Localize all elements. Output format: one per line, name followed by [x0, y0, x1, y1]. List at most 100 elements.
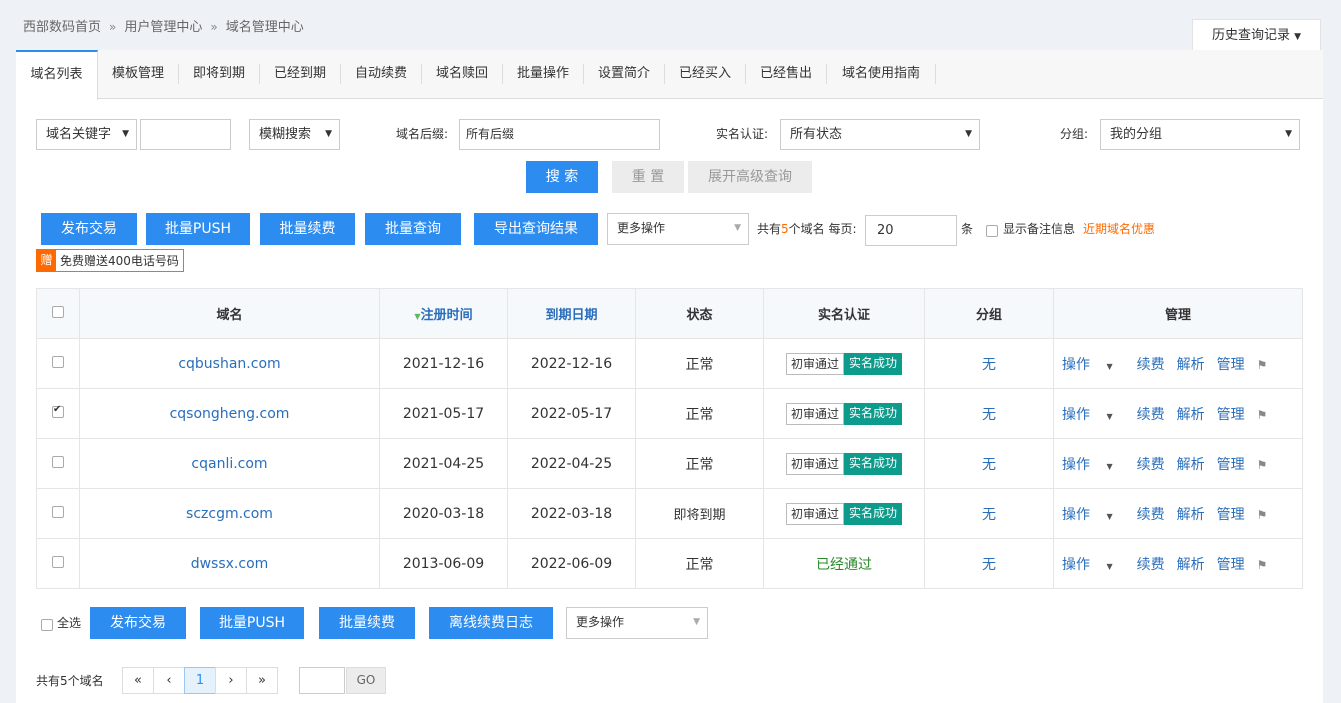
prev-page-button[interactable]: ‹ — [153, 667, 185, 694]
caret-down-icon: ▼ — [965, 129, 972, 139]
group-link[interactable]: 无 — [982, 357, 996, 373]
realname-select[interactable]: 所有状态 ▼ — [780, 119, 980, 150]
show-notes-checkbox[interactable] — [986, 225, 998, 237]
history-query-button[interactable]: 历史查询记录 ▼ — [1192, 19, 1321, 50]
group-link[interactable]: 无 — [982, 557, 996, 573]
dns-link[interactable]: 解析 — [1177, 557, 1205, 573]
keyword-input[interactable] — [140, 119, 231, 150]
per-page-input[interactable]: 20 — [865, 215, 957, 246]
row-checkbox[interactable] — [52, 505, 64, 518]
manage-link[interactable]: 管理 — [1217, 407, 1245, 423]
renew-link[interactable]: 续费 — [1137, 357, 1165, 373]
batch-push-button[interactable]: 批量PUSH — [146, 213, 250, 245]
flag-icon[interactable]: ⚑ — [1257, 408, 1268, 422]
group-select[interactable]: 我的分组 ▼ — [1100, 119, 1300, 150]
domain-link[interactable]: cqanli.com — [191, 456, 267, 472]
row-checkbox[interactable] — [52, 404, 64, 418]
flag-icon[interactable]: ⚑ — [1257, 458, 1268, 472]
flag-icon[interactable]: ⚑ — [1257, 508, 1268, 522]
next-page-button[interactable]: › — [215, 667, 247, 694]
tab-bought[interactable]: 已经买入 — [665, 50, 745, 98]
caret-down-icon: ▼ — [325, 129, 332, 139]
operate-dropdown[interactable]: 操作 ▼ — [1062, 357, 1125, 373]
operate-dropdown[interactable]: 操作 ▼ — [1062, 557, 1125, 573]
header-domain: 域名 — [79, 288, 380, 339]
bottom-select-all-checkbox[interactable] — [41, 619, 53, 631]
manage-link[interactable]: 管理 — [1217, 507, 1245, 523]
search-mode-select[interactable]: 模糊搜索 ▼ — [249, 119, 340, 150]
domain-link[interactable]: dwssx.com — [191, 556, 269, 572]
domain-link[interactable]: sczcgm.com — [186, 506, 273, 522]
dns-link[interactable]: 解析 — [1177, 407, 1205, 423]
initial-review-tag: 初审通过 — [785, 452, 844, 475]
page-1-button[interactable]: 1 — [184, 667, 216, 694]
offline-renew-log-button[interactable]: 离线续费日志 — [429, 607, 553, 639]
domain-link[interactable]: cqbushan.com — [178, 356, 280, 372]
reset-button[interactable]: 重 置 — [612, 161, 684, 193]
renew-link[interactable]: 续费 — [1137, 507, 1165, 523]
group-link[interactable]: 无 — [982, 407, 996, 423]
bottom-renew-button[interactable]: 批量续费 — [319, 607, 415, 639]
search-button[interactable]: 搜 索 — [526, 161, 598, 193]
top-bar: 西部数码首页 » 用户管理中心 » 域名管理中心 历史查询记录 ▼ — [0, 0, 1341, 50]
goto-page-input[interactable] — [299, 667, 345, 694]
bottom-publish-button[interactable]: 发布交易 — [90, 607, 186, 639]
tab-guide[interactable]: 域名使用指南 — [827, 50, 935, 98]
row-checkbox[interactable] — [52, 555, 64, 568]
go-button[interactable]: GO — [346, 667, 386, 694]
renew-link[interactable]: 续费 — [1137, 457, 1165, 473]
select-all-checkbox[interactable] — [52, 305, 64, 318]
last-page-button[interactable]: » — [246, 667, 278, 694]
renew-link[interactable]: 续费 — [1137, 557, 1165, 573]
renew-link[interactable]: 续费 — [1137, 407, 1165, 423]
suffix-input[interactable]: 所有后缀 — [459, 119, 660, 150]
dns-link[interactable]: 解析 — [1177, 357, 1205, 373]
tab-batch[interactable]: 批量操作 — [503, 50, 583, 98]
operate-dropdown[interactable]: 操作 ▼ — [1062, 507, 1125, 523]
operate-dropdown[interactable]: 操作 ▼ — [1062, 407, 1125, 423]
manage-link[interactable]: 管理 — [1217, 557, 1245, 573]
caret-down-icon: ▼ — [1285, 129, 1292, 139]
caret-down-icon: ▼ — [734, 223, 741, 233]
flag-icon[interactable]: ⚑ — [1257, 358, 1268, 372]
tab-domain-list[interactable]: 域名列表 — [16, 50, 98, 100]
bottom-push-button[interactable]: 批量PUSH — [200, 607, 304, 639]
batch-renew-button[interactable]: 批量续费 — [260, 213, 355, 245]
export-results-button[interactable]: 导出查询结果 — [474, 213, 598, 245]
breadcrumb-home[interactable]: 西部数码首页 — [23, 20, 101, 35]
tab-template[interactable]: 模板管理 — [98, 50, 178, 98]
dns-link[interactable]: 解析 — [1177, 457, 1205, 473]
tab-auto-renew[interactable]: 自动续费 — [341, 50, 421, 98]
domain-link[interactable]: cqsongheng.com — [170, 406, 290, 422]
header-exp-date[interactable]: 到期日期 — [507, 288, 636, 339]
manage-link[interactable]: 管理 — [1217, 457, 1245, 473]
row-checkbox[interactable] — [52, 355, 64, 368]
bottom-more-select[interactable]: 更多操作 ▼ — [566, 607, 708, 639]
more-actions-select[interactable]: 更多操作 ▼ — [607, 213, 749, 245]
publish-trade-button[interactable]: 发布交易 — [41, 213, 137, 245]
operate-dropdown[interactable]: 操作 ▼ — [1062, 457, 1125, 473]
first-page-button[interactable]: « — [122, 667, 154, 694]
tab-settings-intro[interactable]: 设置简介 — [584, 50, 664, 98]
tab-expired[interactable]: 已经到期 — [260, 50, 340, 98]
total-suffix: 个域名 每页: — [788, 222, 857, 236]
keyword-type-select[interactable]: 域名关键字 ▼ — [36, 119, 137, 150]
group-link[interactable]: 无 — [982, 457, 996, 473]
batch-query-button[interactable]: 批量查询 — [365, 213, 461, 245]
row-checkbox[interactable] — [52, 455, 64, 468]
manage-link[interactable]: 管理 — [1217, 357, 1245, 373]
divider — [935, 64, 936, 84]
more-actions-value: 更多操作 — [617, 221, 666, 235]
tab-sold[interactable]: 已经售出 — [746, 50, 826, 98]
tab-expiring[interactable]: 即将到期 — [179, 50, 259, 98]
dns-link[interactable]: 解析 — [1177, 507, 1205, 523]
breadcrumb-user-center[interactable]: 用户管理中心 — [124, 20, 202, 35]
group-link[interactable]: 无 — [982, 507, 996, 523]
gift-promo[interactable]: 赠 免费赠送400电话号码 — [36, 249, 184, 272]
advanced-query-button[interactable]: 展开高级查询 — [688, 161, 812, 193]
flag-icon[interactable]: ⚑ — [1257, 558, 1268, 572]
tab-redeem[interactable]: 域名赎回 — [422, 50, 502, 98]
promo-link[interactable]: 近期域名优惠 — [1083, 214, 1155, 244]
header-reg-date[interactable]: ▼注册时间 — [379, 288, 508, 339]
table-header-row: 域名 ▼注册时间 到期日期 状态 实名认证 分组 管理 — [36, 288, 1303, 339]
